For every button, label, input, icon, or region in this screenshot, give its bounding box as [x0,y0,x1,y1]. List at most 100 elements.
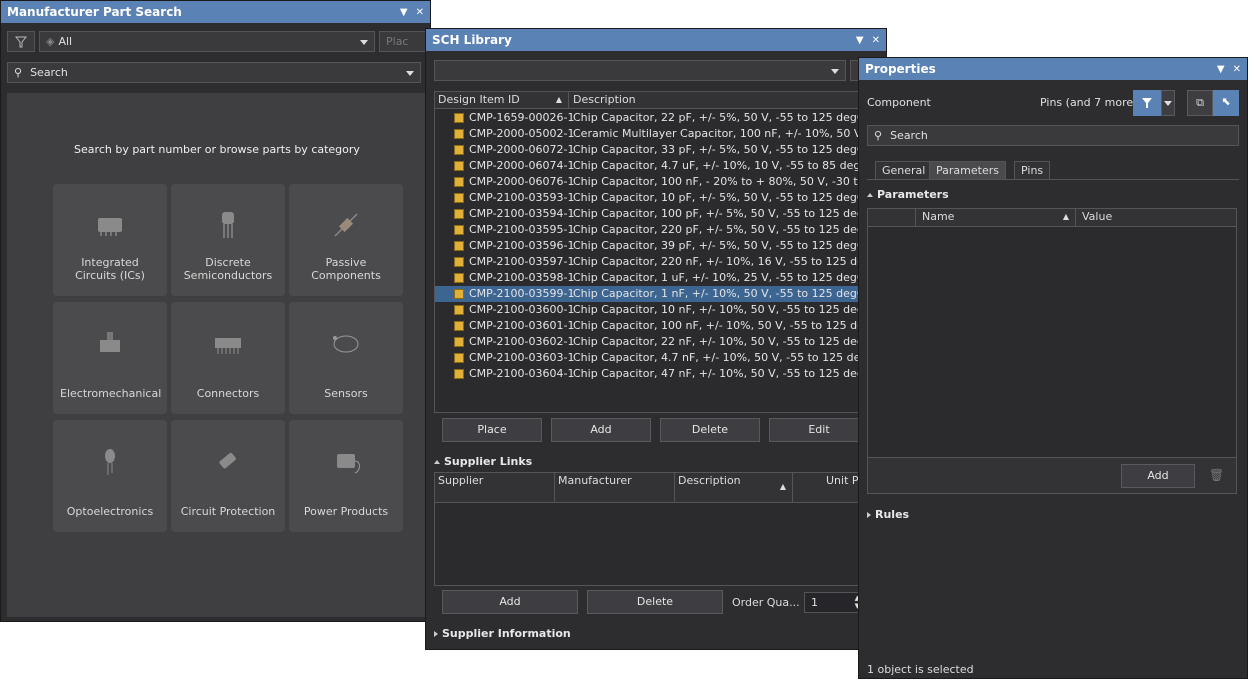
description: Chip Capacitor, 1 nF, +/- 10%, 50 V, -55… [573,287,859,300]
trash-icon[interactable]: 🗑 [1209,468,1224,482]
design-item-id: CMP-2100-03593-1 [469,191,575,204]
search-input[interactable]: ⚲ Search [7,62,421,83]
category-filter-select[interactable]: ◈ All [39,31,375,52]
table-row[interactable]: CMP-2100-03597-1 Chip Capacitor, 220 nF, … [435,254,859,270]
column-design-item-id[interactable]: Design Item ID ▲ [435,92,569,108]
delete-button[interactable]: Delete [660,418,760,442]
search-icon: ⚲ [14,66,23,79]
table-row[interactable]: CMP-2000-06076-1 Chip Capacitor, 100 nF, … [435,174,859,190]
column-unit-price[interactable]: Unit P [793,473,863,503]
table-row[interactable]: CMP-2000-05002-1 Ceramic Multilayer Capac… [435,126,859,142]
column-checkbox [868,209,916,227]
component-label: Component [867,96,931,109]
filter-dropdown-button[interactable] [1161,90,1175,116]
component-icon [454,289,464,299]
category-tile[interactable]: Optoelectronics [53,420,167,532]
tab-general[interactable]: General [875,161,933,179]
properties-tabs: General Parameters Pins [875,161,1225,179]
column-supplier[interactable]: Supplier [435,473,555,503]
column-manufacturer[interactable]: Manufacturer [555,473,675,503]
pointer-select-button[interactable]: ⬉ [1213,90,1239,116]
column-value[interactable]: Value [1076,209,1236,227]
category-tile[interactable]: Electromechanical [53,302,167,414]
dropdown-icon[interactable]: ▼ [400,7,408,18]
supplier-add-button[interactable]: Add [442,590,578,614]
mps-titlebar[interactable]: Manufacturer Part Search ▼ ✕ [1,1,430,23]
category-tile[interactable]: Power Products [289,420,403,532]
column-supplier-description[interactable]: Description ▲ [675,473,793,503]
place-button[interactable]: Plac [379,31,431,52]
table-row[interactable]: CMP-2100-03604-1 Chip Capacitor, 47 nF, +… [435,366,859,382]
supplier-links-header[interactable]: Supplier Links [434,455,532,468]
table-row[interactable]: CMP-2100-03601-1 Chip Capacitor, 100 nF, … [435,318,859,334]
dropdown-icon[interactable]: ▼ [856,35,864,46]
order-quantity-value: 1 [811,596,818,609]
column-description[interactable]: Description [570,92,859,108]
category-tile[interactable]: Integrated Circuits (ICs) [53,184,167,296]
table-row[interactable]: CMP-2100-03599-1 Chip Capacitor, 1 nF, +/… [435,286,859,302]
tab-parameters[interactable]: Parameters [929,161,1006,179]
parameters-header[interactable]: Parameters [867,188,949,201]
sch-titlebar[interactable]: SCH Library ▼ ✕ [426,29,886,51]
properties-search-input[interactable]: ⚲ Search [867,125,1239,146]
category-tile[interactable]: Discrete Semiconductors [171,184,285,296]
funnel-icon [15,36,27,47]
table-row[interactable]: CMP-2100-03600-1 Chip Capacitor, 10 nF, +… [435,302,859,318]
description: Chip Capacitor, 10 nF, +/- 10%, 50 V, -5… [573,303,859,316]
supplier-header: Supplier Manufacturer Description ▲ Unit … [435,473,859,503]
fuse-icon [219,452,236,469]
list-header: Design Item ID ▲ Description [435,92,859,109]
sort-up-icon: ▲ [555,95,562,104]
component-icon [454,129,464,139]
category-tile[interactable]: Circuit Protection [171,420,285,532]
table-row[interactable]: CMP-2000-06072-1 Chip Capacitor, 33 pF, +… [435,142,859,158]
dropdown-icon[interactable]: ▼ [1217,64,1225,75]
library-filter-select[interactable] [434,60,846,81]
sort-up-icon: ▲ [779,482,786,491]
category-tile[interactable]: Connectors [171,302,285,414]
description: Chip Capacitor, 22 pF, +/- 5%, 50 V, -55… [573,111,859,124]
category-tile[interactable]: Sensors [289,302,403,414]
close-icon[interactable]: ✕ [416,7,424,18]
filter-button[interactable] [7,31,35,52]
place-button[interactable]: Place [442,418,542,442]
column-name[interactable]: Name ▲ [916,209,1076,227]
order-quantity-stepper[interactable]: 1 ▲▼ [804,592,864,613]
parameters-add-button[interactable]: Add [1121,464,1195,488]
category-tile[interactable]: Passive Components [289,184,403,296]
supplier-delete-button[interactable]: Delete [587,590,723,614]
category-label: Power Products [303,505,389,518]
table-row[interactable]: CMP-2100-03602-1 Chip Capacitor, 22 nF, +… [435,334,859,350]
close-icon[interactable]: ✕ [872,35,880,46]
all-icon: ◈ [46,35,55,48]
properties-titlebar[interactable]: Properties ▼ ✕ [859,58,1247,80]
tab-pins[interactable]: Pins [1014,161,1051,179]
rules-header[interactable]: Rules [867,508,909,521]
edit-button[interactable]: Edit [769,418,869,442]
filter-toggle-button[interactable] [1133,90,1161,116]
table-row[interactable]: CMP-2100-03598-1 Chip Capacitor, 1 uF, +/… [435,270,859,286]
table-row[interactable]: CMP-2100-03595-1 Chip Capacitor, 220 pF, … [435,222,859,238]
properties-title: Properties [865,62,936,76]
table-row[interactable]: CMP-2000-06074-1 Chip Capacitor, 4.7 uF, … [435,158,860,174]
add-button[interactable]: Add [551,418,651,442]
resistor-icon [334,213,358,237]
description: Chip Capacitor, 4.7 uF, +/- 10%, 10 V, -… [573,159,860,172]
select-mask-button[interactable]: ⧉ [1187,90,1213,116]
table-row[interactable]: CMP-2100-03596-1 Chip Capacitor, 39 pF, +… [435,238,859,254]
description: Chip Capacitor, 39 pF, +/- 5%, 50 V, -55… [573,239,859,252]
ic-chip-icon [98,218,122,236]
component-list: Design Item ID ▲ Description CMP-1659-000… [434,91,860,413]
table-row[interactable]: CMP-2100-03593-1 Chip Capacitor, 10 pF, +… [435,190,859,206]
manufacturer-part-search-panel: Manufacturer Part Search ▼ ✕ ◈ All Plac ⚲… [0,0,431,622]
component-icon [454,305,464,315]
table-row[interactable]: CMP-2100-03594-1 Chip Capacitor, 100 pF, … [435,206,859,222]
pins-filter-label[interactable]: Pins (and 7 more) [1040,96,1137,109]
transistor-icon [222,212,234,238]
chevron-down-icon [406,71,414,76]
search-placeholder: Search [30,66,68,79]
close-icon[interactable]: ✕ [1233,64,1241,75]
table-row[interactable]: CMP-2100-03603-1 Chip Capacitor, 4.7 nF, … [435,350,859,366]
supplier-information-header[interactable]: Supplier Information [434,627,571,640]
table-row[interactable]: CMP-1659-00026-1 Chip Capacitor, 22 pF, +… [435,110,859,126]
